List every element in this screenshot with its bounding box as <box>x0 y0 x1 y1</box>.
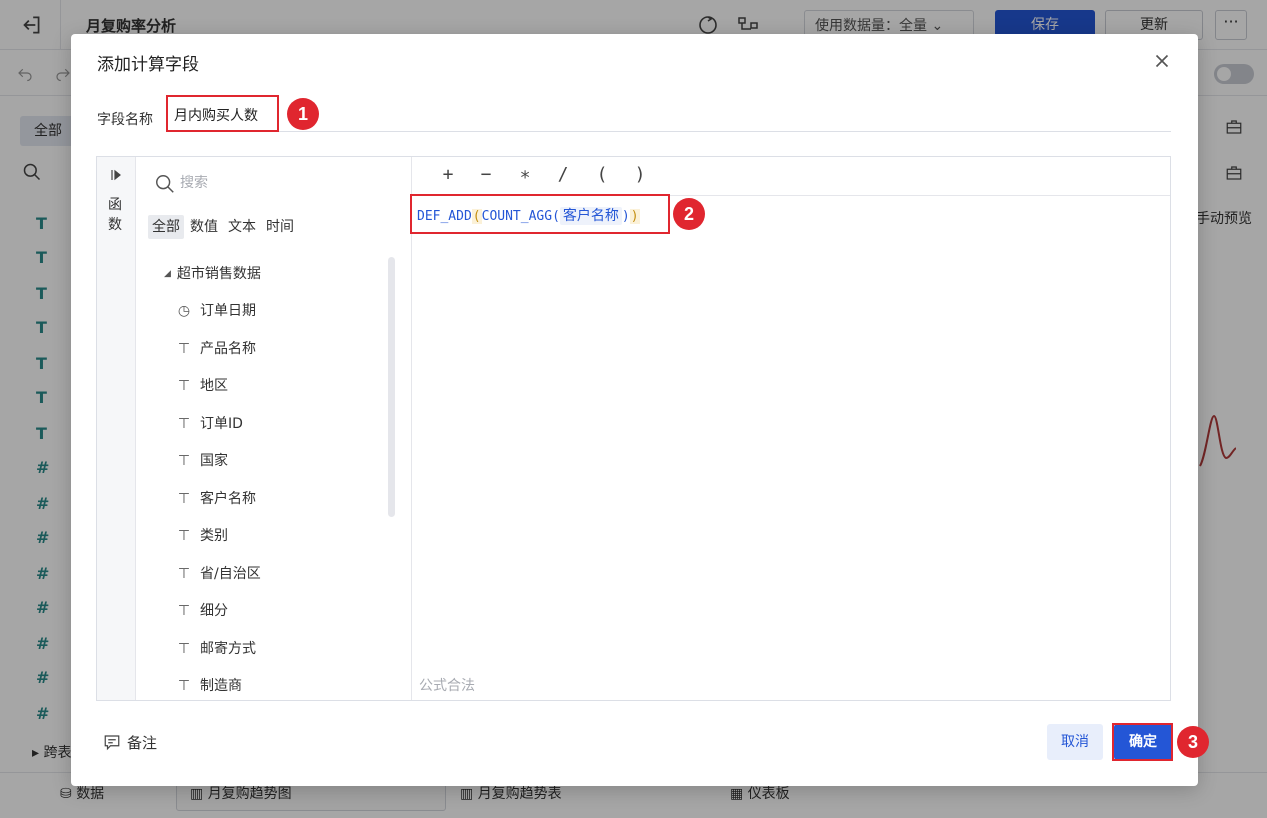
step-badge-1: 1 <box>287 98 319 130</box>
list-item[interactable]: ⊤ 产品名称 <box>176 338 256 360</box>
highlight-box-1 <box>166 95 279 132</box>
formula-status: 公式合法 <box>419 678 475 694</box>
multiply-operator-button[interactable]: ∗ <box>513 164 537 185</box>
operator-toolbar: + − ∗ / ( ) <box>412 157 1170 196</box>
function-label: 函数 <box>108 197 122 233</box>
list-item[interactable]: ⊤ 地区 <box>176 375 228 397</box>
highlight-box-3 <box>1112 723 1173 761</box>
minus-operator-button[interactable]: − <box>474 164 498 185</box>
text-type-icon: ⊤ <box>177 528 191 544</box>
formula-code-area[interactable]: + − ∗ / ( ) DEF_ADD(COUNT_AGG(客户名称)) 公式合… <box>412 157 1170 700</box>
cancel-button[interactable]: 取消 <box>1047 724 1103 760</box>
left-paren-button[interactable]: ( <box>590 164 614 185</box>
list-item[interactable]: ⊤ 订单ID <box>176 413 243 435</box>
list-item[interactable]: ⊤ 国家 <box>176 450 228 472</box>
tab-number[interactable]: 数值 <box>186 215 222 239</box>
clock-icon: ◷ <box>177 303 191 319</box>
text-type-icon: ⊤ <box>177 566 191 582</box>
divide-operator-button[interactable]: / <box>551 164 575 185</box>
field-name-label: 字段名称 <box>97 112 153 128</box>
close-icon[interactable] <box>1151 50 1173 72</box>
field-list-scrollbar[interactable] <box>388 257 395 517</box>
tab-all[interactable]: 全部 <box>148 215 184 239</box>
list-item[interactable]: ⊤ 客户名称 <box>176 488 256 510</box>
right-paren-button[interactable]: ) <box>628 164 652 185</box>
step-badge-2: 2 <box>673 198 705 230</box>
add-calculated-field-dialog: 添加计算字段 字段名称 1 函数 全部数值文本时间 ◢超市销售数据 ◷订单日期 … <box>71 34 1198 786</box>
expand-panel-icon <box>111 169 121 181</box>
search-icon <box>156 175 174 193</box>
comment-icon <box>104 735 120 751</box>
field-type-tabs: 全部 数值 文本 时间 <box>148 215 300 239</box>
list-item[interactable]: ⊤ 省/自治区 <box>176 563 261 585</box>
text-type-icon: ⊤ <box>177 453 191 469</box>
text-type-icon: ⊤ <box>177 678 191 694</box>
list-item[interactable]: ⊤ 邮寄方式 <box>176 638 256 660</box>
list-item[interactable]: ⊤ 类别 <box>176 525 228 547</box>
text-type-icon: ⊤ <box>177 641 191 657</box>
list-item[interactable]: ⊤ 细分 <box>176 600 228 622</box>
note-button[interactable]: 备注 <box>103 732 157 753</box>
highlight-box-2 <box>410 194 670 234</box>
field-search-input[interactable] <box>180 169 380 197</box>
tab-time[interactable]: 时间 <box>262 215 298 239</box>
step-badge-3: 3 <box>1177 726 1209 758</box>
dialog-title: 添加计算字段 <box>97 55 199 75</box>
function-panel-toggle[interactable]: 函数 <box>97 157 136 700</box>
dataset-group[interactable]: ◢ 超市销售数据 <box>164 263 261 283</box>
list-item[interactable]: ⊤ 制造商 <box>176 675 242 697</box>
text-type-icon: ⊤ <box>177 416 191 432</box>
field-list-panel: 全部数值文本时间 ◢超市销售数据 ◷订单日期 ⊤产品名称 ⊤地区 ⊤订单ID ⊤… <box>136 157 412 700</box>
plus-operator-button[interactable]: + <box>436 164 460 185</box>
text-type-icon: ⊤ <box>177 341 191 357</box>
formula-editor: 函数 全部数值文本时间 ◢超市销售数据 ◷订单日期 ⊤产品名称 ⊤地区 ⊤订单I… <box>96 156 1171 701</box>
tab-text[interactable]: 文本 <box>224 215 260 239</box>
text-type-icon: ⊤ <box>177 603 191 619</box>
text-type-icon: ⊤ <box>177 378 191 394</box>
text-type-icon: ⊤ <box>177 491 191 507</box>
list-item[interactable]: ◷ 订单日期 <box>176 300 256 322</box>
collapse-triangle-icon: ◢ <box>164 269 171 279</box>
